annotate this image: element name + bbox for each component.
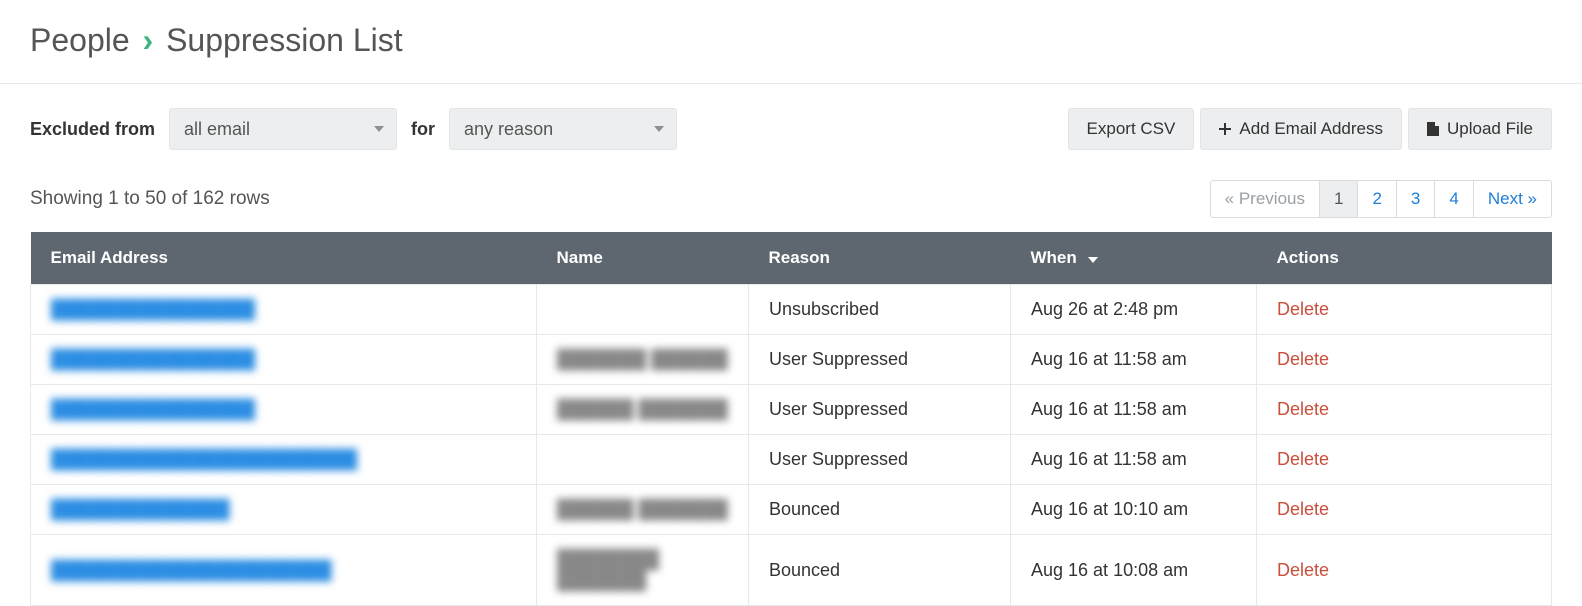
when-cell: Aug 16 at 10:10 am — [1011, 485, 1257, 535]
reason-cell: User Suppressed — [749, 335, 1011, 385]
pagination-page-3[interactable]: 3 — [1396, 180, 1435, 218]
pagination-next[interactable]: Next » — [1473, 180, 1552, 218]
column-header-name[interactable]: Name — [537, 232, 749, 285]
email-link[interactable]: ████████████████ — [51, 399, 255, 420]
delete-link[interactable]: Delete — [1277, 499, 1329, 519]
table-row: ████████████████ ███████ ██████ User Suppr… — [31, 335, 1552, 385]
pagination-prev: « Previous — [1210, 180, 1320, 218]
when-cell: Aug 16 at 11:58 am — [1011, 385, 1257, 435]
column-header-actions: Actions — [1257, 232, 1552, 285]
column-header-email[interactable]: Email Address — [31, 232, 537, 285]
table-row: ██████████████ ██████ ███████ BouncedAug 1… — [31, 485, 1552, 535]
table-row: ██████████████████████ ████████ ███████ Bo… — [31, 535, 1552, 606]
email-link[interactable]: ██████████████████████ — [51, 560, 332, 581]
name-cell: ████████ ███████ — [557, 549, 728, 591]
upload-file-button[interactable]: Upload File — [1408, 108, 1552, 150]
column-header-when-label: When — [1031, 248, 1077, 267]
name-cell: ██████ ███████ — [557, 499, 728, 520]
suppression-table: Email Address Name Reason When Actions █… — [30, 232, 1552, 606]
chevron-down-icon — [374, 126, 384, 132]
pagination-page-1[interactable]: 1 — [1319, 180, 1358, 218]
table-row: ████████████████ UnsubscribedAug 26 at 2:… — [31, 285, 1552, 335]
delete-link[interactable]: Delete — [1277, 560, 1329, 580]
file-icon — [1427, 122, 1439, 136]
delete-link[interactable]: Delete — [1277, 449, 1329, 469]
excluded-from-select[interactable]: all email — [169, 108, 397, 150]
when-cell: Aug 16 at 11:58 am — [1011, 335, 1257, 385]
reason-cell: Bounced — [749, 485, 1011, 535]
name-cell: ███████ ██████ — [557, 349, 728, 370]
email-link[interactable]: ████████████████ — [51, 349, 255, 370]
delete-link[interactable]: Delete — [1277, 399, 1329, 419]
add-email-label: Add Email Address — [1239, 119, 1383, 139]
reason-cell: Unsubscribed — [749, 285, 1011, 335]
email-link[interactable]: ████████████████████████ — [51, 449, 357, 470]
reason-cell: User Suppressed — [749, 385, 1011, 435]
plus-icon — [1219, 123, 1231, 135]
breadcrumb-leaf: Suppression List — [166, 22, 403, 58]
chevron-down-icon — [654, 126, 664, 132]
excluded-from-label: Excluded from — [30, 119, 155, 140]
when-cell: Aug 26 at 2:48 pm — [1011, 285, 1257, 335]
when-cell: Aug 16 at 11:58 am — [1011, 435, 1257, 485]
for-label: for — [411, 119, 435, 140]
reason-select[interactable]: any reason — [449, 108, 677, 150]
delete-link[interactable]: Delete — [1277, 299, 1329, 319]
name-cell: ██████ ███████ — [557, 399, 728, 420]
reason-cell: Bounced — [749, 535, 1011, 606]
table-row: ████████████████████████ User SuppressedA… — [31, 435, 1552, 485]
breadcrumb: People › Suppression List — [30, 22, 1552, 59]
breadcrumb-root[interactable]: People — [30, 22, 130, 58]
when-cell: Aug 16 at 10:08 am — [1011, 535, 1257, 606]
upload-file-label: Upload File — [1447, 119, 1533, 139]
export-csv-label: Export CSV — [1087, 119, 1176, 139]
pagination-page-4[interactable]: 4 — [1434, 180, 1473, 218]
sort-desc-icon — [1088, 248, 1098, 267]
excluded-from-value: all email — [184, 119, 250, 140]
reason-value: any reason — [464, 119, 553, 140]
pagination: « Previous1234Next » — [1210, 180, 1552, 218]
email-link[interactable]: ██████████████ — [51, 499, 230, 520]
add-email-button[interactable]: Add Email Address — [1200, 108, 1402, 150]
breadcrumb-separator-icon: › — [139, 22, 158, 58]
delete-link[interactable]: Delete — [1277, 349, 1329, 369]
showing-text: Showing 1 to 50 of 162 rows — [30, 188, 270, 210]
table-row: ████████████████ ██████ ███████ User Suppr… — [31, 385, 1552, 435]
export-csv-button[interactable]: Export CSV — [1068, 108, 1195, 150]
reason-cell: User Suppressed — [749, 435, 1011, 485]
column-header-reason[interactable]: Reason — [749, 232, 1011, 285]
column-header-when[interactable]: When — [1011, 232, 1257, 285]
email-link[interactable]: ████████████████ — [51, 299, 255, 320]
pagination-page-2[interactable]: 2 — [1357, 180, 1396, 218]
